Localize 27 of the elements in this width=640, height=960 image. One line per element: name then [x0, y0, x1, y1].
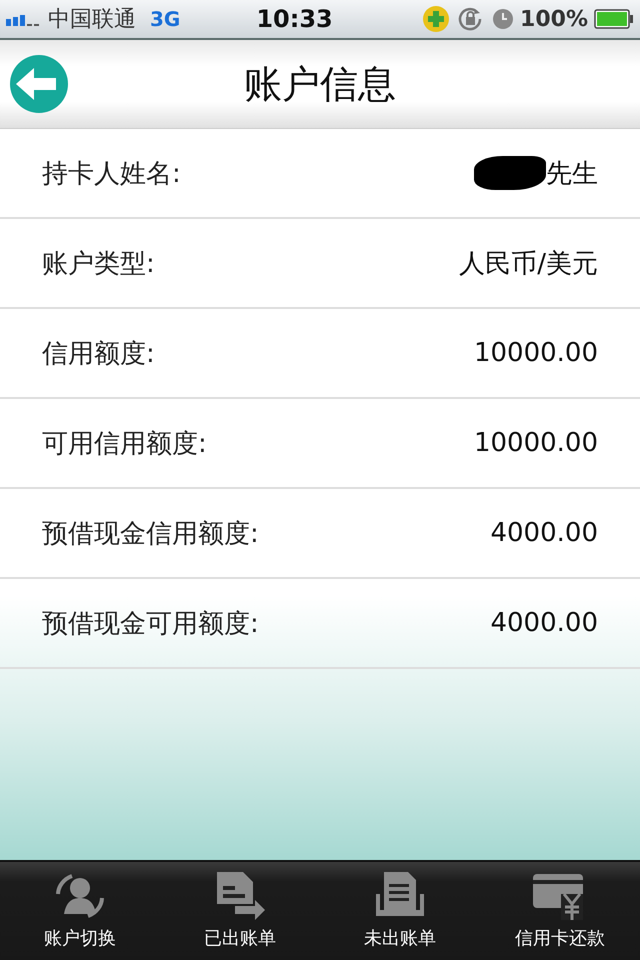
- redaction-mark: [474, 156, 546, 190]
- field-label: 可用信用额度:: [42, 428, 207, 460]
- tab-button[interactable]: 已出账单: [160, 862, 320, 960]
- status-time: 10:33: [256, 5, 333, 33]
- tab-button[interactable]: 未出账单: [320, 862, 480, 960]
- battery-percent: 100%: [520, 6, 588, 32]
- page-title: 账户信息: [243, 60, 397, 108]
- field-label: 持卡人姓名:: [42, 158, 181, 190]
- field-value: 先生: [546, 158, 598, 190]
- tab-button[interactable]: 账户切换: [0, 862, 160, 960]
- field-value: 4000.00: [490, 518, 598, 548]
- field-value: 4000.00: [490, 608, 598, 638]
- field-label: 预借现金信用额度:: [42, 518, 259, 550]
- field-value: 10000.00: [474, 338, 598, 368]
- battery-icon: [594, 9, 634, 29]
- field-label: 账户类型:: [42, 248, 155, 280]
- field-value: 10000.00: [474, 428, 598, 458]
- field-label: 信用额度:: [42, 338, 155, 370]
- plus-icon: [422, 5, 450, 33]
- field-value: 人民币/美元: [459, 248, 598, 280]
- signal-icon: [6, 12, 42, 26]
- network-type: 3G: [150, 7, 180, 31]
- tab-button[interactable]: 信用卡还款: [480, 862, 640, 960]
- back-button[interactable]: [10, 55, 68, 113]
- carrier-name: 中国联通: [48, 6, 136, 34]
- clock-icon: [492, 8, 514, 30]
- field-label: 预借现金可用额度:: [42, 608, 259, 640]
